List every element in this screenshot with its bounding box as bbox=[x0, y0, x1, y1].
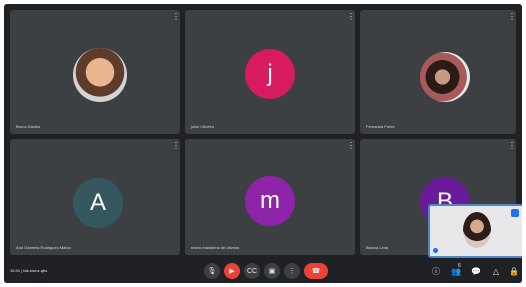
info-button[interactable]: ⓘ bbox=[430, 265, 442, 277]
participant-avatar: j bbox=[245, 49, 295, 99]
leave-call-button[interactable]: ☎ bbox=[304, 263, 328, 279]
participant-name: maria madalena de oliveira bbox=[191, 245, 240, 250]
meet-window: ⋮ Bruno Santos ⋮ j joice Oliveira ⋮ Fern… bbox=[4, 4, 522, 283]
participant-tile[interactable]: ⋮ A Ana Gabriela Rodrigues Matos bbox=[10, 139, 180, 255]
participant-name: Bruno Santos bbox=[16, 124, 41, 129]
more-vert-icon: ⋮ bbox=[288, 268, 296, 275]
participant-name: Fernanda Freire bbox=[366, 124, 395, 129]
info-icon: ⓘ bbox=[432, 266, 440, 276]
self-video bbox=[463, 212, 491, 248]
participant-tile[interactable]: ⋮ Bruno Santos bbox=[10, 10, 180, 134]
tile-menu-icon[interactable]: ⋮ bbox=[347, 13, 355, 21]
camera-button[interactable]: ▶ bbox=[224, 263, 240, 279]
activities-icon: △ bbox=[492, 266, 500, 276]
mic-button[interactable]: 🎙 bbox=[204, 263, 220, 279]
present-icon: ▣ bbox=[268, 268, 276, 275]
participant-avatar: A bbox=[73, 178, 123, 228]
participant-photo bbox=[420, 52, 470, 102]
people-button[interactable]: 👥 6 bbox=[450, 263, 462, 277]
more-options-button[interactable]: ⋮ bbox=[284, 263, 300, 279]
avatar-initial: j bbox=[267, 60, 273, 87]
captions-icon: CC bbox=[246, 267, 258, 275]
captions-button[interactable]: CC bbox=[244, 263, 260, 279]
self-view-tile[interactable] bbox=[428, 204, 522, 258]
self-indicator-icon bbox=[433, 248, 438, 253]
activities-button[interactable]: △ bbox=[490, 265, 502, 277]
mic-icon: 🎙 bbox=[207, 268, 217, 275]
participant-tile[interactable]: ⋮ m maria madalena de oliveira bbox=[185, 139, 355, 255]
people-count-badge: 6 bbox=[458, 263, 461, 269]
tile-menu-icon[interactable]: ⋮ bbox=[508, 13, 516, 21]
tile-menu-icon[interactable]: ⋮ bbox=[172, 13, 180, 21]
avatar-initial: A bbox=[89, 189, 106, 216]
avatar-initial: m bbox=[260, 187, 280, 214]
bottom-control-bar: 15:31 | fak-nsmz-qbs 🎙 ▶ CC ▣ ⋮ ☎ ⓘ 👥 6 … bbox=[4, 259, 522, 283]
chat-icon: 💬 bbox=[471, 266, 481, 276]
tile-menu-icon[interactable]: ⋮ bbox=[347, 142, 355, 150]
pin-icon[interactable] bbox=[511, 209, 519, 217]
participant-name: joice Oliveira bbox=[191, 124, 214, 129]
chat-button[interactable]: 💬 bbox=[470, 265, 482, 277]
participant-tile[interactable]: ⋮ j joice Oliveira bbox=[185, 10, 355, 134]
camera-off-icon: ▶ bbox=[229, 268, 235, 275]
lock-icon: 🔒 bbox=[509, 266, 519, 276]
participant-name: Ana Gabriela Rodrigues Matos bbox=[16, 245, 71, 250]
participant-name: Bianca Lima bbox=[366, 245, 389, 250]
participant-tile[interactable]: ⋮ Fernanda Freire bbox=[360, 10, 516, 134]
host-controls-button[interactable]: 🔒 bbox=[508, 265, 520, 277]
participant-photo bbox=[73, 48, 127, 102]
meeting-info: 15:31 | fak-nsmz-qbs bbox=[10, 268, 48, 273]
phone-hangup-icon: ☎ bbox=[311, 268, 321, 275]
tile-menu-icon[interactable]: ⋮ bbox=[508, 142, 516, 150]
participant-avatar: m bbox=[245, 176, 295, 226]
tile-menu-icon[interactable]: ⋮ bbox=[172, 142, 180, 150]
present-button[interactable]: ▣ bbox=[264, 263, 280, 279]
